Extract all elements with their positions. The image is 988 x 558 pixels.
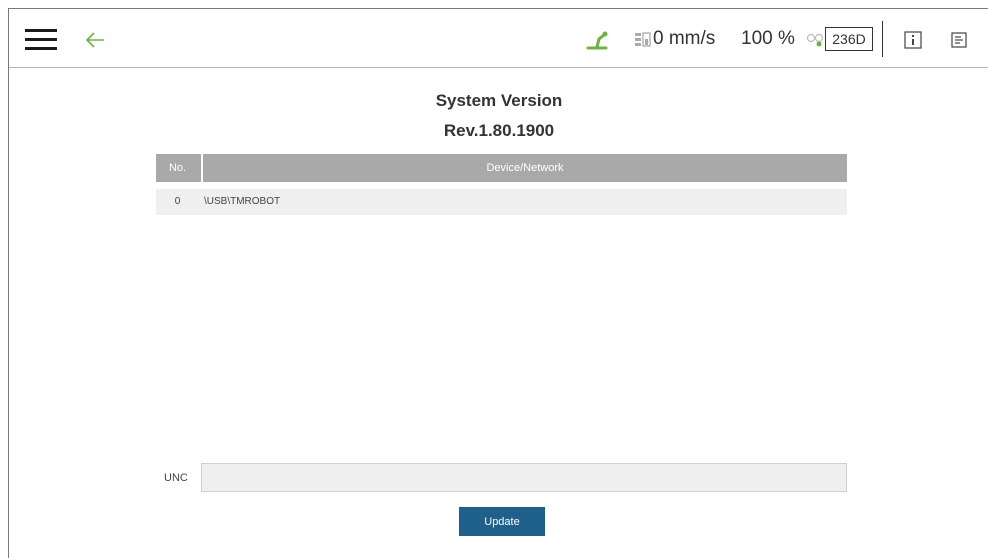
row-device-path: \USB\TMROBOT (204, 196, 281, 207)
row-number: 0 (174, 196, 181, 207)
top-bar: 0 mm/s 100 % 236D (9, 9, 988, 68)
speed-icon (635, 32, 651, 47)
menu-icon[interactable] (25, 29, 57, 51)
unc-input[interactable] (201, 463, 847, 492)
update-button[interactable]: Update (459, 507, 545, 536)
unc-label: UNC (164, 472, 188, 484)
column-header-no: No. (168, 162, 187, 174)
speed-percent: 100 % (741, 28, 795, 49)
info-icon[interactable] (904, 31, 922, 49)
table-header: No. Device/Network (156, 154, 847, 182)
revision-number: Rev.1.80.1900 (443, 121, 555, 140)
speed-readout: 0 mm/s (653, 28, 716, 49)
header-divider (882, 21, 883, 57)
log-icon[interactable] (951, 32, 967, 48)
counter-badge: 236D (825, 27, 873, 51)
robot-status-icon (586, 31, 608, 50)
system-version-title: System Version (435, 91, 563, 110)
table-row[interactable]: 0 \USB\TMROBOT (156, 189, 847, 215)
gear-icon (806, 33, 824, 47)
column-header-device: Device/Network (201, 154, 847, 182)
app-window: 0 mm/s 100 % 236D System Version Rev.1.8… (8, 8, 988, 558)
back-arrow-icon[interactable] (83, 28, 107, 52)
